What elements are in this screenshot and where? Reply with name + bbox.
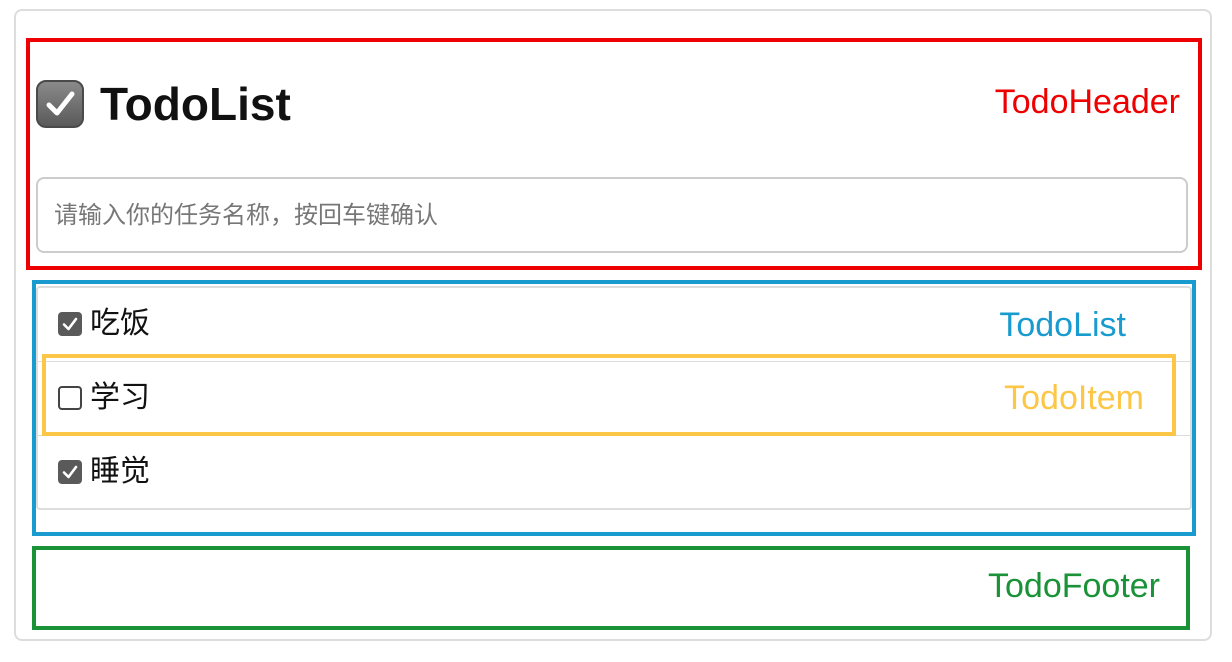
todo-header-outline	[26, 38, 1202, 270]
todo-list-annotation: TodoList	[999, 306, 1126, 344]
todo-item-annotation: TodoItem	[1004, 379, 1144, 417]
todo-footer-annotation: TodoFooter	[988, 567, 1160, 605]
todo-header-annotation: TodoHeader	[994, 83, 1180, 121]
